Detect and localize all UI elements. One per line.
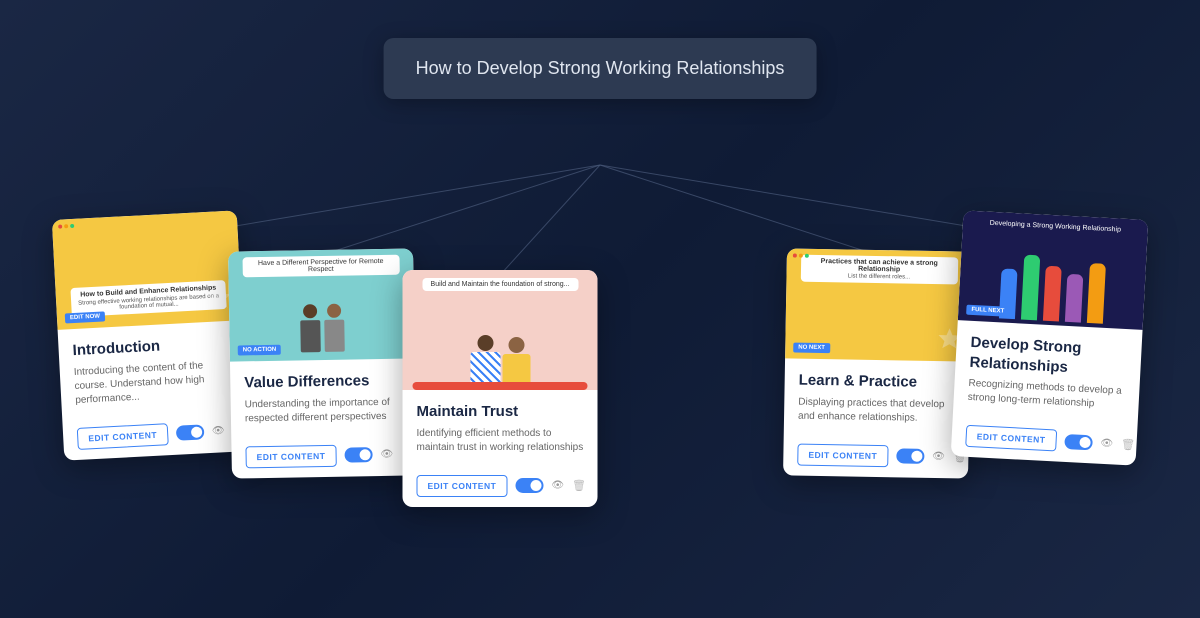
skate-illustration (403, 270, 598, 390)
card2-toggle[interactable] (344, 447, 372, 462)
card1-desc: Introducing the content of the course. U… (73, 357, 232, 407)
card-value-differences: Have a Different Perspective for Remote … (228, 248, 417, 478)
card2-thumbnail: Have a Different Perspective for Remote … (228, 248, 415, 361)
card4-body: Learn & Practice Displaying practices th… (784, 358, 970, 446)
card5-eye-icon[interactable]: 👁 (1100, 437, 1113, 449)
card1-title: Introduction (72, 333, 230, 361)
card4-footer: EDIT CONTENT 👁 🗑 (783, 443, 969, 478)
card-learn-practice: Practices that can achieve a strong Rela… (783, 248, 972, 478)
card5-body: Develop Strong Relationships Recognizing… (952, 320, 1142, 434)
person2 (323, 304, 344, 352)
card4-thumbnail: Practices that can achieve a strong Rela… (785, 248, 972, 361)
scene: How to Develop Strong Working Relationsh… (0, 0, 1200, 618)
card4-edit-button[interactable]: EDIT CONTENT (797, 443, 888, 467)
card1-thumbnail: How to Build and Enhance Relationships S… (52, 210, 243, 330)
card2-desc: Understanding the importance of respecte… (245, 395, 402, 426)
card1-toggle[interactable] (176, 424, 205, 440)
card4-desc: Displaying practices that develop and en… (798, 395, 955, 426)
card3-eye-icon[interactable]: 👁 (551, 480, 564, 491)
people-illustration (299, 304, 344, 353)
card2-body: Value Differences Understanding the impo… (230, 358, 416, 446)
browser-dots-4 (793, 254, 809, 258)
card5-trash-icon[interactable]: 🗑 (1121, 437, 1136, 451)
card5-desc: Recognizing methods to develop a strong … (967, 377, 1125, 413)
card5-edit-button[interactable]: EDIT CONTENT (965, 425, 1057, 452)
card2-thumb-title: Have a Different Perspective for Remote … (242, 255, 400, 278)
card-maintain-trust: Build and Maintain the foundation of str… (403, 270, 598, 507)
card5-title: Develop Strong Relationships (969, 333, 1128, 380)
card2-footer: EDIT CONTENT 👁 🗑 (231, 443, 417, 478)
card4-toggle[interactable] (896, 448, 924, 463)
card5-toggle[interactable] (1064, 433, 1093, 449)
center-title: How to Develop Strong Working Relationsh… (416, 58, 785, 78)
card3-title: Maintain Trust (417, 402, 584, 422)
center-title-node: How to Develop Strong Working Relationsh… (384, 38, 817, 99)
card2-eye-icon[interactable]: 👁 (380, 449, 393, 460)
card4-eye-icon[interactable]: 👁 (932, 451, 945, 462)
card4-title: Learn & Practice (799, 371, 956, 393)
person1 (299, 304, 320, 352)
card3-trash-icon[interactable]: 🗑 (572, 479, 586, 492)
card3-body: Maintain Trust Identifying efficient met… (403, 390, 598, 475)
card1-eye-icon[interactable]: 👁 (212, 425, 225, 437)
browser-dots (58, 224, 74, 229)
card3-thumbnail: Build and Maintain the foundation of str… (403, 270, 598, 390)
card2-title: Value Differences (244, 371, 401, 393)
card3-desc: Identifying efficient methods to maintai… (417, 427, 584, 455)
card1-edit-button[interactable]: EDIT CONTENT (77, 423, 169, 450)
card4-thumb-title: Practices that can achieve a strong Rela… (800, 255, 958, 285)
card5-thumbnail: Developing a Strong Working Relationship… (958, 210, 1149, 330)
card3-edit-button[interactable]: EDIT CONTENT (417, 475, 508, 497)
card1-body: Introduction Introducing the content of … (58, 320, 248, 428)
card2-edit-button[interactable]: EDIT CONTENT (245, 444, 336, 468)
card3-toggle[interactable] (515, 478, 543, 493)
card-introduction: How to Build and Enhance Relationships S… (52, 210, 249, 460)
card3-footer: EDIT CONTENT 👁 🗑 (403, 475, 598, 507)
card-develop-relationships: Developing a Strong Working Relationship… (951, 210, 1149, 465)
